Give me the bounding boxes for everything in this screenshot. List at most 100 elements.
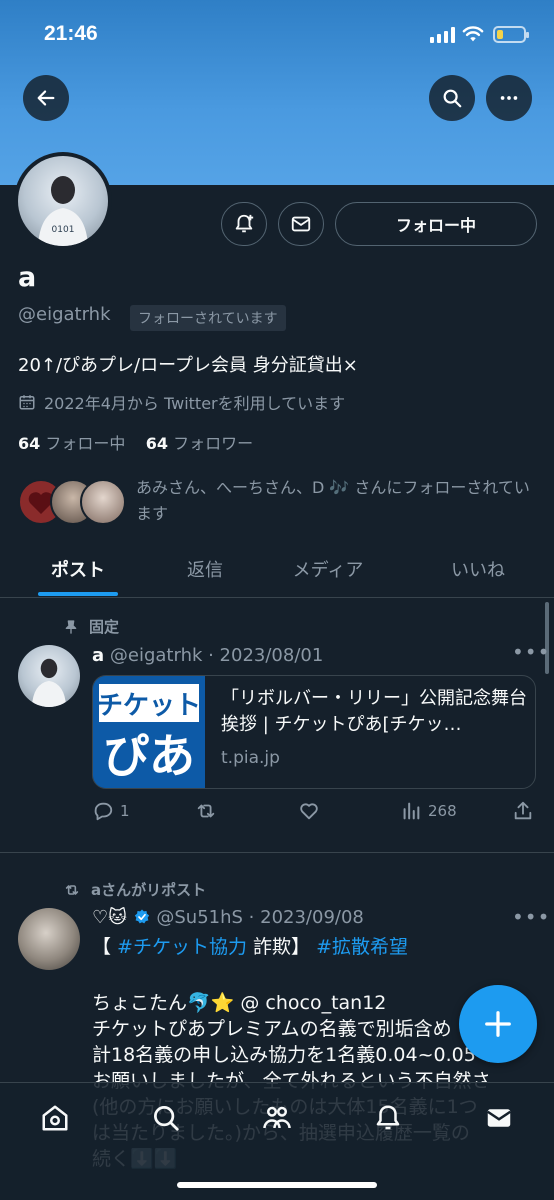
link-card-domain: t.pia.jp: [221, 748, 280, 768]
follows-you-badge: フォローされています: [130, 305, 286, 331]
post-handle-date[interactable]: @Su51hS · 2023/09/08: [156, 907, 363, 928]
communities-icon: [263, 1106, 291, 1129]
post-more-button[interactable]: •••: [512, 905, 550, 929]
status-bar: 21:46: [0, 0, 554, 70]
profile-avatar[interactable]: 0101: [14, 152, 112, 250]
logo-text-bottom: ぴあ: [103, 729, 195, 783]
followers-count: 64: [145, 434, 168, 453]
following-button[interactable]: フォロー中: [335, 202, 537, 246]
ticket-pia-logo: チケット ぴあ: [93, 676, 205, 788]
profile-tabs: ポスト 返信 メディア いいね: [0, 540, 554, 598]
view-count: 268: [428, 802, 457, 820]
link-card[interactable]: チケット ぴあ 「リボルバー・リリー」公開記念舞台挨拶 | チケットぴあ[チケッ…: [92, 675, 536, 789]
wifi-icon: [462, 26, 484, 42]
bell-plus-icon: [235, 214, 254, 233]
pin-icon: [65, 619, 77, 634]
message-button[interactable]: [278, 202, 324, 246]
reply-icon: [94, 802, 113, 821]
post-avatar[interactable]: [18, 645, 80, 707]
repost-icon: [197, 804, 215, 818]
hashtag-spread-link[interactable]: #拡散希望: [316, 936, 408, 958]
post-text-line1: 【 #チケット協力 詐欺】 #拡散希望: [92, 934, 532, 960]
active-tab-indicator: [38, 592, 118, 596]
post-author-name[interactable]: ♡🐱: [92, 907, 127, 928]
pinned-label: 固定: [63, 616, 119, 637]
compose-button[interactable]: [459, 985, 537, 1063]
nav-notifications[interactable]: [371, 1101, 405, 1135]
share-button[interactable]: [512, 800, 534, 822]
search-button[interactable]: [429, 75, 475, 121]
arrow-left-icon: [37, 90, 55, 106]
envelope-icon: [291, 216, 311, 232]
battery-icon: [493, 26, 529, 43]
joined-text: 2022年4月から Twitterを利用しています: [44, 394, 346, 413]
logo-text-top: チケット: [97, 691, 201, 721]
text-bracket-open: 【: [92, 936, 118, 958]
person-photo-icon: 0101: [38, 176, 88, 246]
post-header: a @eigatrhk · 2023/08/01: [92, 645, 323, 666]
nav-home[interactable]: [38, 1101, 72, 1135]
svg-text:0101: 0101: [52, 225, 75, 235]
following-label: フォロー中: [45, 434, 126, 453]
analytics-icon: [403, 802, 420, 820]
home-indicator[interactable]: [177, 1182, 377, 1188]
repost-context-text: aさんがリポスト: [91, 881, 207, 899]
followers-you-know-text: あみさん、へーちさん、D 🎶 さんにフォローされています: [136, 478, 530, 523]
text-fraud: 詐欺】: [246, 936, 317, 958]
status-time: 21:46: [44, 22, 98, 45]
post-actions: 1 268: [92, 800, 536, 824]
nav-messages[interactable]: [482, 1101, 516, 1135]
notifications-subscribe-button[interactable]: [221, 202, 267, 246]
more-horizontal-icon: [500, 96, 518, 100]
followers-link[interactable]: 64 フォロワー: [146, 434, 253, 453]
search-icon: [443, 89, 462, 108]
verified-badge-icon: [134, 909, 149, 924]
tab-posts[interactable]: ポスト: [18, 540, 138, 598]
followers-you-know[interactable]: あみさん、へーちさん、D 🎶 さんにフォローされています: [18, 475, 538, 531]
search-icon: [154, 1106, 179, 1131]
repost-context: aさんがリポスト: [63, 879, 206, 900]
post-more-button[interactable]: •••: [512, 640, 550, 664]
share-icon: [514, 801, 532, 820]
bell-icon: [376, 1105, 400, 1130]
post-divider: [0, 852, 554, 853]
like-button[interactable]: [298, 800, 320, 822]
link-card-title: 「リボルバー・リリー」公開記念舞台挨拶 | チケットぴあ[チケッ…: [221, 688, 527, 735]
repost-icon: [65, 884, 79, 895]
reply-count: 1: [120, 802, 130, 820]
more-options-button[interactable]: [486, 75, 532, 121]
avatar-photo: 0101: [18, 156, 108, 246]
nav-communities[interactable]: [260, 1101, 294, 1135]
cellular-signal-icon: [430, 27, 455, 43]
envelope-icon: [487, 1109, 511, 1127]
follower-avatar: [80, 479, 126, 525]
joined-date: 2022年4月から Twitterを利用しています: [18, 390, 345, 414]
ticket-pia-logo-image: チケット ぴあ: [93, 676, 205, 788]
back-button[interactable]: [23, 75, 69, 121]
heart-outline-icon: [300, 803, 318, 820]
tab-likes[interactable]: いいね: [418, 540, 538, 598]
repost-button[interactable]: [194, 800, 218, 822]
calendar-icon: [19, 395, 35, 410]
pinned-text: 固定: [89, 618, 120, 636]
hashtag-ticket-link[interactable]: #チケット協力: [117, 936, 247, 958]
person-photo-icon: [31, 658, 67, 707]
nav-search[interactable]: [149, 1101, 183, 1135]
following-count: 64: [18, 434, 41, 453]
followers-label: フォロワー: [173, 434, 254, 453]
post-author-name[interactable]: a: [92, 645, 104, 666]
home-icon: [42, 1105, 68, 1131]
follow-counts: 64 フォロー中 64 フォロワー: [18, 430, 253, 454]
post-handle-date[interactable]: @eigatrhk · 2023/08/01: [110, 645, 323, 666]
views-button[interactable]: 268: [400, 800, 457, 822]
post-avatar[interactable]: [18, 908, 80, 970]
tab-media[interactable]: メディア: [268, 540, 388, 598]
profile-bio: 20↑/ぴあプレ/ロープレ会員 身分証貸出×: [18, 355, 358, 376]
plus-icon: [485, 1011, 511, 1037]
following-link[interactable]: 64 フォロー中: [18, 434, 125, 453]
reply-button[interactable]: 1: [92, 800, 130, 822]
post-header: ♡🐱 @Su51hS · 2023/09/08: [92, 907, 364, 928]
profile-name: a: [18, 262, 37, 293]
tab-replies[interactable]: 返信: [150, 540, 260, 598]
profile-handle: @eigatrhk: [18, 304, 111, 325]
